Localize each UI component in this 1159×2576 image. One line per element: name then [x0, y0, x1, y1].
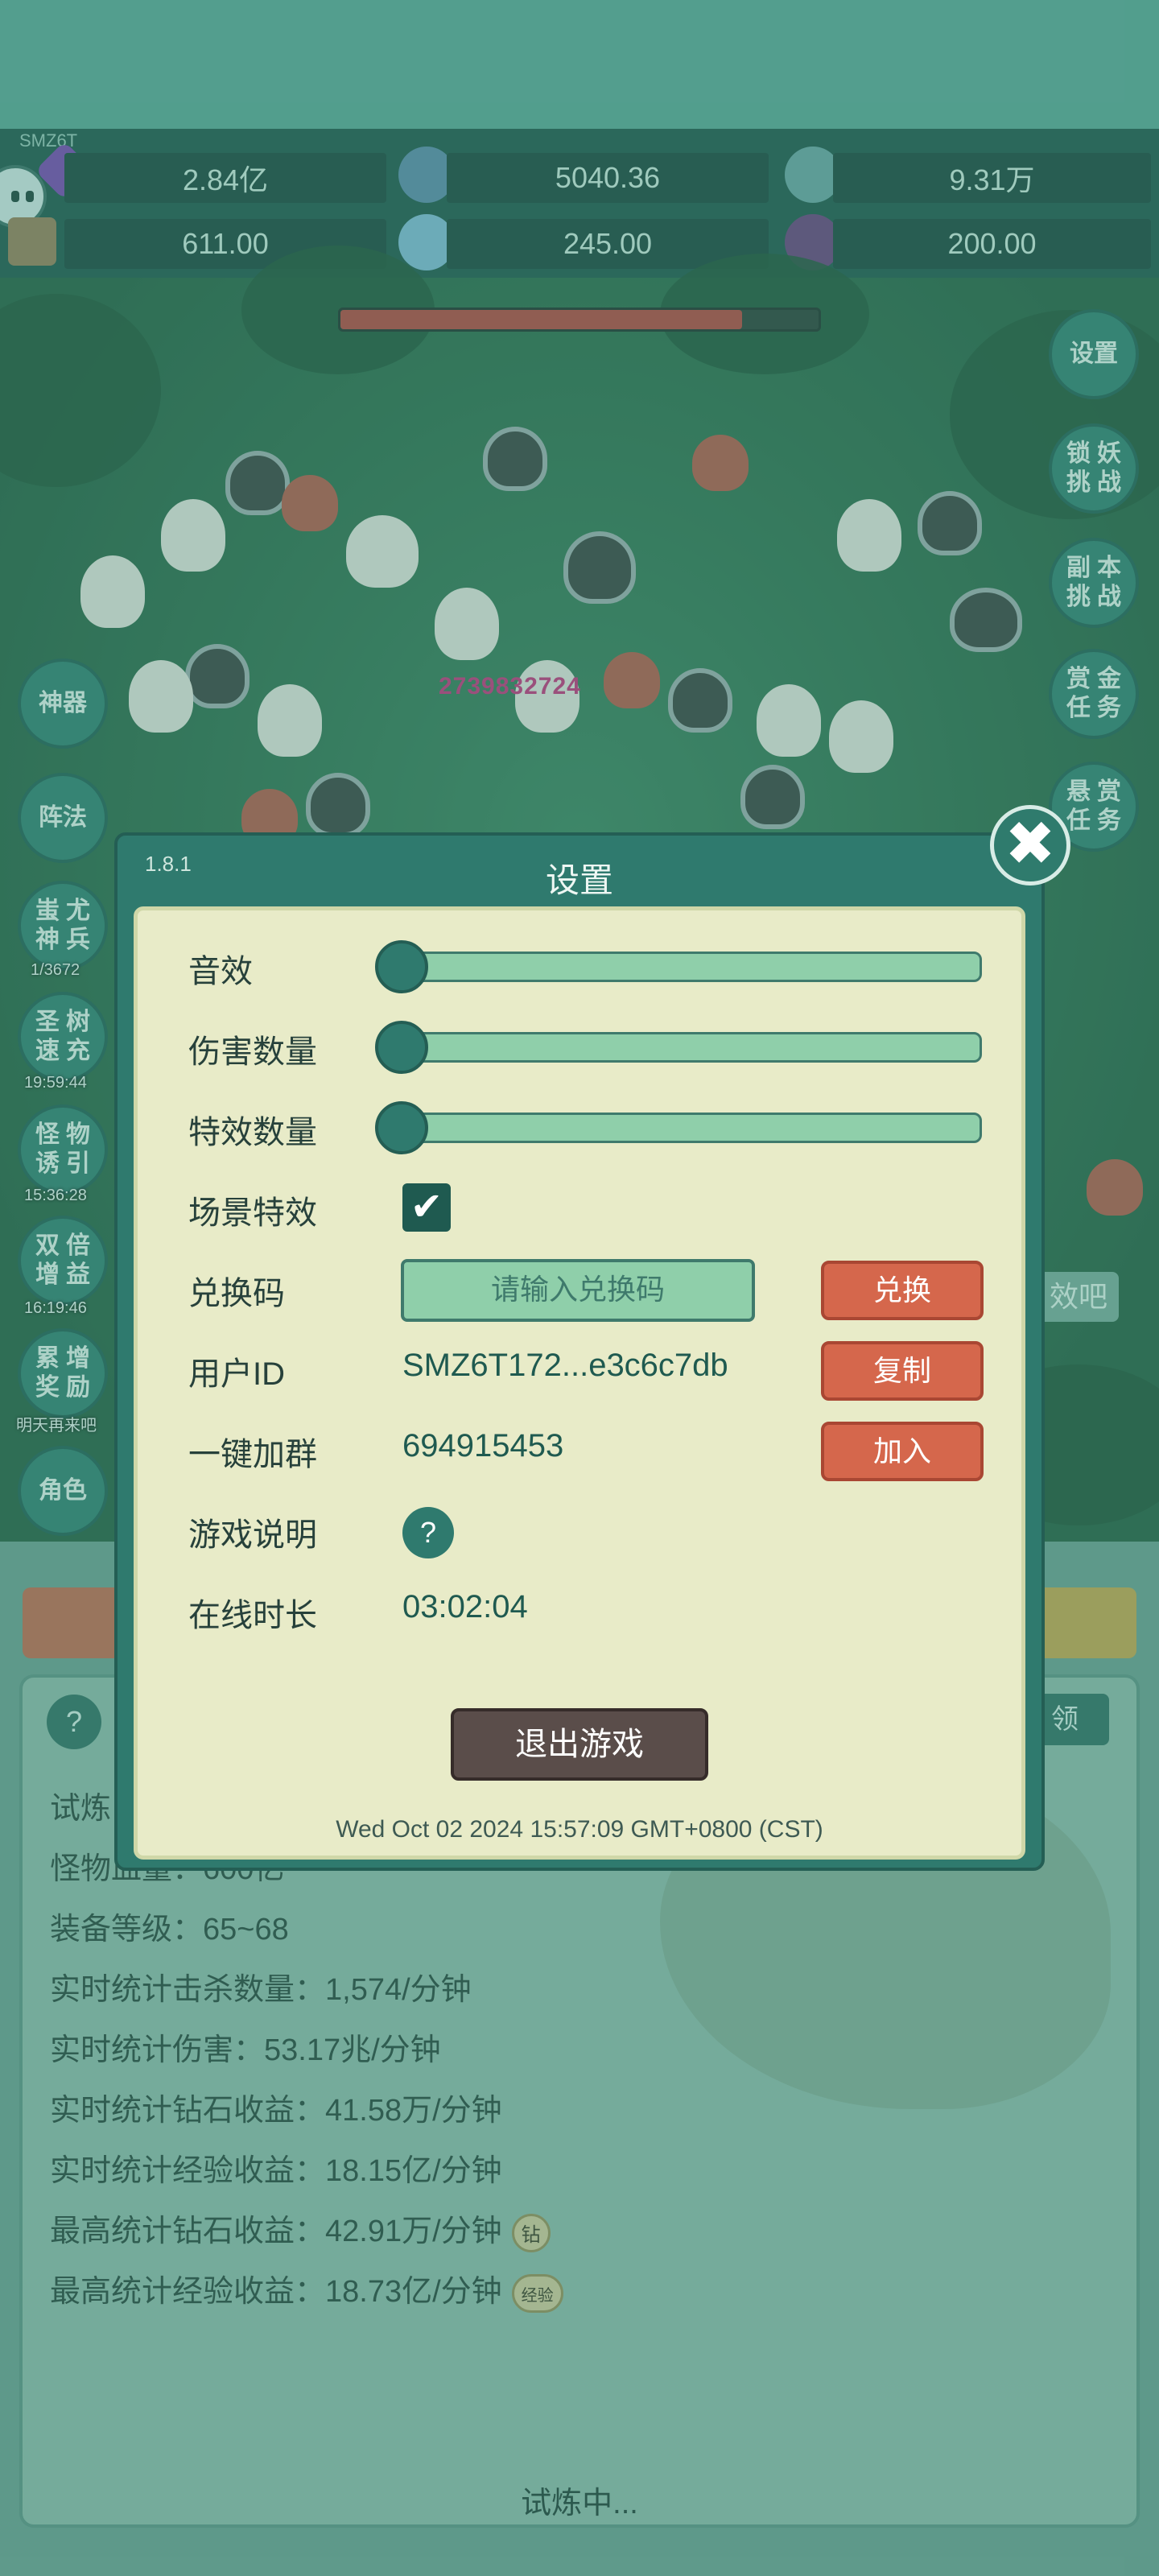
- online-time-value: 03:02:04: [402, 1589, 528, 1624]
- dialog-title: 设置: [545, 861, 613, 899]
- copy-button[interactable]: 复制: [821, 1341, 984, 1401]
- effects-count-slider-knob[interactable]: [375, 1101, 428, 1154]
- user-id-label: 用户ID: [188, 1356, 285, 1392]
- scene-effects-label: 场景特效: [188, 1195, 317, 1231]
- scene-effects-checkbox[interactable]: ✔: [402, 1183, 451, 1232]
- sound-label: 音效: [188, 954, 253, 989]
- damage-count-slider-knob[interactable]: [375, 1021, 428, 1074]
- join-button[interactable]: 加入: [821, 1422, 984, 1481]
- exit-game-button[interactable]: 退出游戏: [451, 1708, 708, 1781]
- user-id-value: SMZ6T172...e3c6c7db: [402, 1348, 728, 1383]
- redeem-button[interactable]: 兑换: [821, 1261, 984, 1320]
- redeem-code-input[interactable]: 请输入兑换码: [401, 1259, 755, 1322]
- effects-count-slider[interactable]: [386, 1113, 982, 1143]
- group-number: 694915453: [402, 1428, 564, 1463]
- close-icon[interactable]: ✖: [990, 805, 1070, 886]
- question-icon[interactable]: ?: [402, 1507, 454, 1558]
- date-time: Wed Oct 02 2024 15:57:09 GMT+0800 (CST): [336, 1816, 823, 1843]
- damage-count-label: 伤害数量: [188, 1034, 317, 1070]
- game-help-label: 游戏说明: [188, 1517, 317, 1553]
- online-time-label: 在线时长: [188, 1598, 317, 1633]
- redeem-code-label: 兑换码: [188, 1276, 285, 1311]
- join-group-label: 一键加群: [188, 1437, 317, 1472]
- damage-count-slider[interactable]: [386, 1032, 982, 1063]
- sound-slider[interactable]: [386, 952, 982, 982]
- sound-slider-knob[interactable]: [375, 940, 428, 993]
- effects-count-label: 特效数量: [188, 1115, 317, 1150]
